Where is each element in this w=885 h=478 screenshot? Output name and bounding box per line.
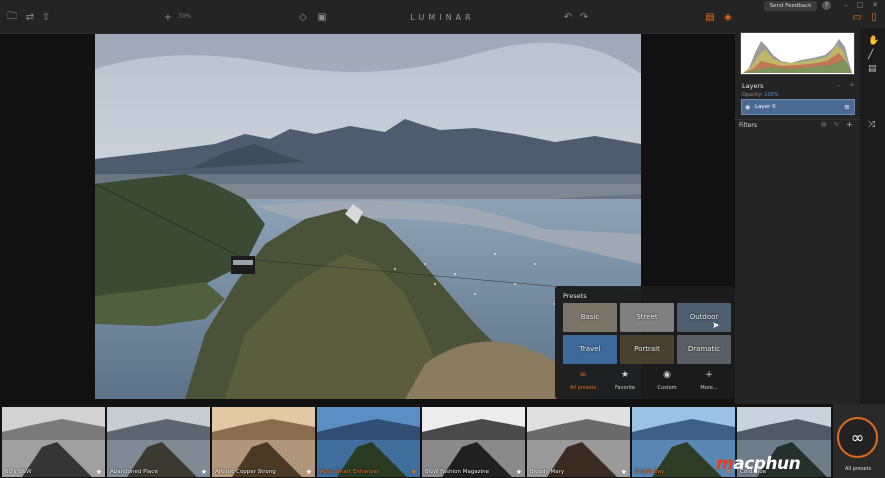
thumb-preview (2, 407, 105, 477)
transform-tool-icon[interactable]: ⤨ (868, 120, 875, 130)
opacity-row[interactable]: Opacity: 100% (742, 92, 778, 98)
filmstrip-thumb[interactable]: 60's B&W ★ (2, 407, 105, 477)
layer-visibility-icon[interactable]: ◉ (745, 104, 750, 111)
filters-add-icon[interactable]: + (846, 120, 853, 129)
presets-nav-label: Favorite (615, 385, 635, 391)
layer-remove-icon[interactable]: – (837, 81, 841, 89)
preset-category-street[interactable]: Street (620, 303, 674, 332)
preset-category-dramatic[interactable]: Dramatic (677, 335, 731, 364)
star-icon[interactable]: ★ (306, 468, 312, 476)
filmstrip-label: Bright Day (635, 469, 665, 475)
star-icon[interactable]: ★ (516, 468, 522, 476)
mouse-cursor-icon: ➤ (712, 321, 720, 331)
undo-icon[interactable]: ↶ (562, 11, 574, 23)
filmstrip-label: Bloody Mary (530, 469, 565, 475)
thumb-preview (317, 407, 420, 477)
layers-stack-icon[interactable]: ◈ (722, 11, 734, 23)
filmstrip-thumb[interactable]: B&W Fashion Magazine ★ (422, 407, 525, 477)
opacity-value[interactable]: 100% (764, 92, 778, 98)
layer-name: Layer 0 (755, 104, 776, 110)
star-icon[interactable]: ★ (411, 468, 417, 476)
preset-category-label: Dramatic (687, 345, 721, 353)
luminar-app: 🗀 ⇄ ⇧ + 70% ◇ ▣ LUMINAR ↶ ↷ ▤ ◈ Send Fee… (0, 0, 885, 478)
thumb-preview (212, 407, 315, 477)
filmstrip-thumb[interactable]: Abandoned Place ★ (107, 407, 210, 477)
brand-logo-rest: acphun (733, 454, 801, 474)
filters-save-icon[interactable]: ▤ (821, 121, 827, 128)
layer-settings-icon[interactable]: ≡ (844, 103, 850, 111)
all-presets-button[interactable]: ∞ All presets (833, 404, 885, 478)
layer-item[interactable]: ◉ Layer 0 ≡ (741, 99, 855, 115)
layers-title: Layers (742, 82, 764, 90)
brush-tool-icon[interactable]: ╱ (868, 50, 873, 60)
presets-nav-custom[interactable]: ◉ Custom (647, 370, 687, 391)
filmstrip-thumb[interactable]: Bloody Mary ★ (527, 407, 630, 477)
preset-category-portrait[interactable]: Portrait (620, 335, 674, 364)
divider (735, 119, 860, 120)
preset-category-label: Outdoor (689, 313, 719, 321)
send-feedback-button[interactable]: Send Feedback (764, 1, 817, 11)
redo-icon[interactable]: ↷ (578, 11, 590, 23)
presets-title: Presets (563, 292, 587, 300)
close-icon[interactable]: ✕ (871, 1, 879, 9)
preset-category-outdoor[interactable]: Outdoor (677, 303, 731, 332)
preset-category-label: Travel (579, 345, 601, 353)
all-presets-label: All presets (845, 466, 872, 472)
thumb-preview (527, 407, 630, 477)
brand-logo-prefix: m (716, 454, 734, 474)
preset-category-label: Street (636, 313, 658, 321)
side-toolbar: ✋ ╱ ▤ ⤨ (860, 28, 885, 406)
filmstrip-thumb[interactable]: Artistic Copper Strong ★ (212, 407, 315, 477)
filmstrip-thumb[interactable]: Auto Smart Enhancer ★ (317, 407, 420, 477)
infinity-icon: ∞ (579, 370, 587, 380)
filmstrip-label: Artistic Copper Strong (215, 469, 276, 475)
minimize-icon[interactable]: – (842, 1, 850, 9)
preset-category-basic[interactable]: Basic (563, 303, 617, 332)
star-icon[interactable]: ★ (621, 468, 627, 476)
preset-category-travel[interactable]: Travel (563, 335, 617, 364)
plus-icon: + (705, 370, 713, 380)
star-icon: ★ (620, 370, 630, 380)
help-button[interactable]: ? (822, 1, 831, 10)
filmstrip-label: Auto Smart Enhancer (320, 469, 379, 475)
infinity-icon: ∞ (837, 417, 878, 458)
presets-nav-label: All presets (569, 385, 597, 391)
gradient-tool-icon[interactable]: ▤ (868, 64, 877, 74)
panel-bottom-icon[interactable]: ▭ (851, 11, 863, 23)
presets-nav-label: Custom (657, 385, 677, 391)
user-icon: ◉ (663, 370, 671, 380)
opacity-label: Opacity: (742, 92, 763, 98)
presets-nav-more[interactable]: + More... (689, 370, 729, 391)
preset-category-label: Basic (580, 313, 600, 321)
star-icon[interactable]: ★ (96, 468, 102, 476)
hand-tool-icon[interactable]: ✋ (868, 36, 879, 46)
filmstrip-label: 60's B&W (5, 469, 32, 475)
histogram-graph (743, 39, 852, 73)
panel-right-icon[interactable]: ▯ (868, 11, 880, 23)
right-panel: Layers – + Opacity: 100% ◉ Layer 0 ≡ Fil… (735, 28, 860, 406)
filmstrip-label: B&W Fashion Magazine (425, 469, 490, 475)
star-icon[interactable]: ★ (201, 468, 207, 476)
filters-reset-icon[interactable]: ↻ (834, 121, 839, 128)
image-view-icon[interactable]: ▤ (704, 11, 716, 23)
presets-nav-favorite[interactable]: ★ Favorite (605, 370, 645, 391)
presets-nav-label: More... (700, 385, 718, 391)
brand-logo: macphun (716, 454, 801, 474)
presets-nav-all[interactable]: ∞ All presets (563, 370, 603, 391)
preset-category-label: Portrait (634, 345, 660, 353)
app-title: LUMINAR (410, 13, 475, 22)
maximize-icon[interactable]: □ (856, 1, 864, 9)
filmstrip-label: Abandoned Place (110, 469, 158, 475)
presets-popup: Presets Basic Street Outdoor Travel Port… (555, 286, 735, 399)
thumb-preview (107, 407, 210, 477)
thumb-preview (422, 407, 525, 477)
histogram (740, 32, 855, 75)
layer-add-icon[interactable]: + (849, 81, 855, 89)
filters-label: Filters (739, 122, 757, 129)
